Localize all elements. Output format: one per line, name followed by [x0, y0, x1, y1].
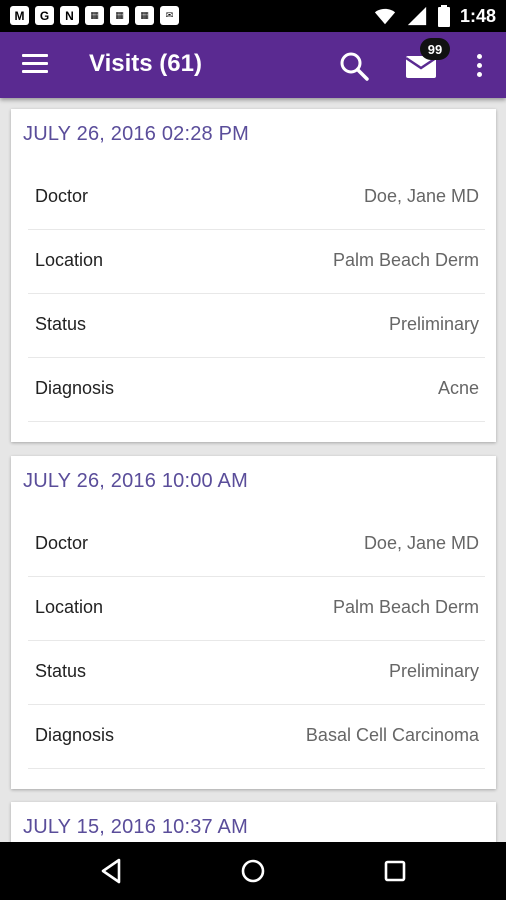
visit-row-doctor[interactable]: Doctor Doe, Jane MD	[28, 166, 485, 230]
recents-icon[interactable]	[380, 856, 410, 886]
field-label: Location	[35, 597, 104, 617]
notification-icons: M G N ▦ ▦ ▦ ✉	[10, 6, 179, 25]
mail-badge: 99	[420, 38, 450, 60]
calendar-icon: ▦	[85, 6, 104, 25]
field-label: Diagnosis	[35, 378, 115, 398]
field-label: Doctor	[35, 186, 89, 206]
field-value: Palm Beach Derm	[332, 250, 479, 270]
news-icon: ✉	[160, 6, 179, 25]
more-options-icon[interactable]	[474, 54, 484, 80]
visit-row-diagnosis[interactable]: Diagnosis Acne	[28, 358, 485, 422]
visits-list: JULY 26, 2016 02:28 PM Doctor Doe, Jane …	[0, 98, 506, 842]
field-value: Preliminary	[388, 314, 479, 334]
field-label: Diagnosis	[35, 725, 115, 745]
app-bar: Visits (61) 99	[0, 32, 506, 98]
status-bar: M G N ▦ ▦ ▦ ✉ 1:48	[0, 0, 506, 32]
visit-row-location[interactable]: Location Palm Beach Derm	[28, 577, 485, 641]
gmail-icon: M	[10, 6, 29, 25]
field-value: Doe, Jane MD	[363, 186, 479, 206]
google-icon: G	[35, 6, 54, 25]
clock: 1:48	[459, 5, 496, 26]
menu-button[interactable]	[22, 54, 48, 76]
visit-row-diagnosis[interactable]: Diagnosis Basal Cell Carcinoma	[28, 705, 485, 769]
field-label: Status	[35, 661, 87, 681]
visit-card[interactable]: JULY 15, 2016 10:37 AM	[11, 802, 496, 842]
visit-row-doctor[interactable]: Doctor Doe, Jane MD	[28, 513, 485, 577]
visit-date: JULY 26, 2016 10:00 AM	[23, 470, 248, 492]
system-nav-bar	[0, 842, 506, 900]
field-label: Doctor	[35, 533, 89, 553]
visit-row-location[interactable]: Location Palm Beach Derm	[28, 230, 485, 294]
field-value: Palm Beach Derm	[332, 597, 479, 617]
visit-date: JULY 15, 2016 10:37 AM	[23, 816, 248, 838]
back-icon[interactable]	[97, 856, 127, 886]
visit-row-status[interactable]: Status Preliminary	[28, 641, 485, 705]
home-icon[interactable]	[238, 856, 268, 886]
battery-icon	[437, 5, 450, 27]
field-value: Acne	[437, 378, 479, 398]
calendar-icon: ▦	[135, 6, 154, 25]
wifi-icon	[374, 8, 396, 25]
field-value: Doe, Jane MD	[363, 533, 479, 553]
visit-date: JULY 26, 2016 02:28 PM	[23, 123, 250, 145]
calendar-icon: ▦	[110, 6, 129, 25]
search-icon[interactable]	[338, 50, 370, 82]
visit-row-status[interactable]: Status Preliminary	[28, 294, 485, 358]
field-value: Preliminary	[388, 661, 479, 681]
field-value: Basal Cell Carcinoma	[305, 725, 479, 745]
n-icon: N	[60, 6, 79, 25]
field-label: Status	[35, 314, 87, 334]
page-title: Visits (61)	[89, 50, 202, 77]
field-label: Location	[35, 250, 104, 270]
visit-card[interactable]: JULY 26, 2016 10:00 AM Doctor Doe, Jane …	[11, 456, 496, 789]
signal-icon	[407, 6, 427, 26]
visit-card[interactable]: JULY 26, 2016 02:28 PM Doctor Doe, Jane …	[11, 109, 496, 442]
